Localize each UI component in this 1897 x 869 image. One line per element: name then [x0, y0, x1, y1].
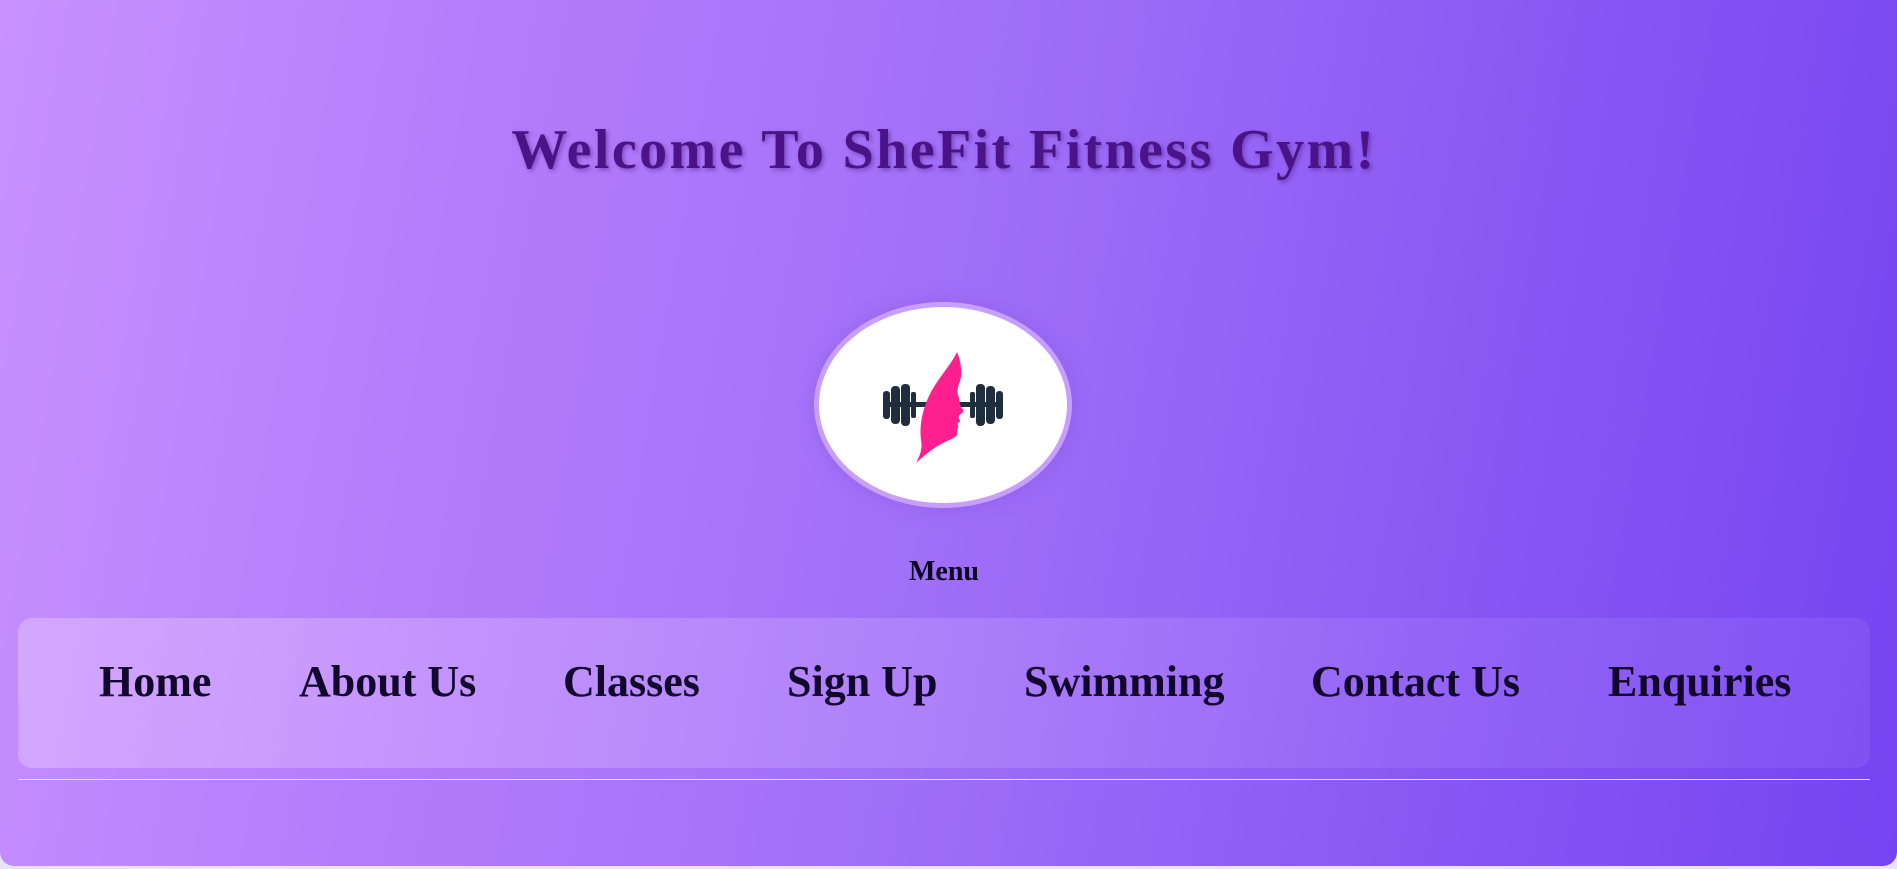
page-title: Welcome To SheFit Fitness Gym! [511, 119, 1377, 181]
menu-heading: Menu [909, 556, 979, 587]
nav-classes-link[interactable]: Classes [563, 656, 700, 707]
nav-about-us-link[interactable]: About Us [299, 656, 476, 707]
nav-home-link[interactable]: Home [99, 656, 211, 707]
nav-enquiries-link[interactable]: Enquiries [1608, 656, 1791, 707]
nav-sign-up-link[interactable]: Sign Up [787, 656, 937, 707]
page-background: Welcome To SheFit Fitness Gym! Menu Home… [0, 0, 1897, 866]
horizontal-divider [18, 779, 1870, 780]
gym-logo [814, 302, 1072, 508]
nav-swimming-link[interactable]: Swimming [1024, 656, 1224, 707]
main-navigation: Home About Us Classes Sign Up Swimming C… [18, 618, 1870, 768]
woman-profile-dumbbell-icon [883, 352, 1003, 463]
nav-contact-us-link[interactable]: Contact Us [1311, 656, 1520, 707]
